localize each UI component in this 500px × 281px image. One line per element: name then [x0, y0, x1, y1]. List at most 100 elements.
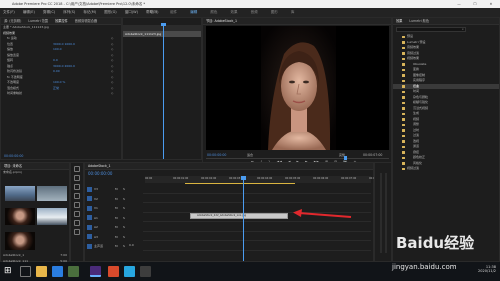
track-mute-icon[interactable]: M	[115, 233, 118, 241]
timeline-playhead[interactable]	[243, 176, 244, 261]
menu-marker[interactable]: 标记(M)	[83, 10, 96, 14]
hand-tool-icon[interactable]	[74, 220, 80, 226]
menu-edit[interactable]: 编辑(E)	[23, 10, 35, 14]
file-explorer-icon[interactable]	[36, 266, 47, 277]
track-solo-icon[interactable]: S	[123, 204, 125, 212]
windows-start-icon[interactable]: ⊞	[4, 266, 15, 277]
track-solo-icon[interactable]: S	[123, 242, 125, 250]
fx-clip-bar[interactable]: AdobeStock_111123.jpg	[123, 31, 201, 37]
effects-folder[interactable]: 视频过渡	[393, 166, 499, 172]
tab-lumetri-color[interactable]: Lumetri 颜色	[409, 19, 429, 23]
track-header[interactable]: A3 M S	[85, 233, 141, 241]
tab-source[interactable]: 源: (无剪辑)	[4, 19, 21, 23]
ripple-edit-tool-icon[interactable]	[74, 184, 80, 190]
master-volume[interactable]: 0.0	[129, 243, 134, 247]
workspace-effects[interactable]: 效果	[231, 10, 238, 14]
track-target-icon[interactable]	[87, 205, 92, 211]
fit-dropdown[interactable]: 适合	[247, 153, 253, 157]
type-tool-icon[interactable]	[74, 229, 80, 235]
track-solo-icon[interactable]: S	[123, 233, 125, 241]
video-frame	[206, 26, 389, 150]
workspace-learn[interactable]: 学习	[150, 10, 157, 14]
track-solo-icon[interactable]: S	[123, 214, 125, 222]
workspace-editing[interactable]: 编辑	[190, 10, 197, 14]
track-solo-icon[interactable]: S	[123, 195, 125, 203]
tab-audio-mixer[interactable]: 音频剪辑混合器	[75, 19, 97, 23]
timeline-timecode[interactable]: 00:00:00:00	[88, 171, 112, 176]
pen-tool-icon[interactable]	[74, 211, 80, 217]
razor-tool-icon[interactable]	[74, 193, 80, 199]
effects-search-input[interactable]: ⌕	[396, 27, 466, 32]
workspace-color[interactable]: 颜色	[210, 10, 217, 14]
menu-window[interactable]: 窗口(W)	[125, 10, 138, 14]
tab-effect-controls[interactable]: 效果控件	[55, 19, 68, 23]
premiere-pro-icon[interactable]	[90, 266, 101, 277]
workspace-assembly[interactable]: 组件	[170, 10, 177, 14]
track-mute-icon[interactable]: M	[115, 185, 118, 193]
fx-timecode[interactable]: 00:00:00:00	[4, 154, 23, 158]
app-icon-orange[interactable]	[108, 266, 119, 277]
keyframe-icon[interactable]: ◇	[111, 91, 113, 97]
track-solo-icon[interactable]: S	[123, 223, 125, 231]
track-header[interactable]: V1 M S	[85, 204, 141, 212]
property-row[interactable]: 时间重映射 ◇	[1, 91, 121, 97]
browser-icon[interactable]	[52, 266, 63, 277]
track-mute-icon[interactable]: M	[115, 242, 118, 250]
track-target-icon[interactable]	[87, 234, 92, 239]
track-solo-icon[interactable]: S	[123, 185, 125, 193]
tab-program[interactable]: 节目: AdobeStock_1	[206, 19, 237, 23]
selection-tool-icon[interactable]	[74, 166, 80, 172]
effects-panel: 效果 Lumetri 颜色 ⌕ 预设 Lumetri 预设 音频效果 音频过渡 视频效果…	[392, 17, 500, 262]
workspace-audio[interactable]: 音频	[251, 10, 258, 14]
menu-file[interactable]: 文件(F)	[3, 10, 15, 14]
timeline-ruler[interactable]: 00:00 00:00:01:00 00:00:02:00 00:00:03:00 00…	[145, 176, 384, 183]
thumb-landscape[interactable]	[37, 186, 67, 201]
track-target-icon[interactable]	[87, 243, 92, 249]
tab-effects[interactable]: 效果	[396, 19, 402, 23]
slip-tool-icon[interactable]	[74, 202, 80, 208]
work-area-bar[interactable]	[185, 183, 295, 184]
track-target-icon[interactable]	[87, 196, 92, 201]
thumb-sequence[interactable]	[5, 186, 35, 201]
track-header[interactable]: V2 M S	[85, 195, 141, 203]
fx-playhead[interactable]	[163, 25, 164, 159]
track-select-tool-icon[interactable]	[74, 175, 80, 181]
track-mute-icon[interactable]: M	[115, 204, 118, 212]
track-mute-icon[interactable]: M	[115, 223, 118, 231]
workspace-libraries[interactable]: 库	[291, 10, 295, 14]
minimize-button[interactable]: —	[452, 0, 466, 8]
program-scrubber[interactable]	[206, 158, 389, 159]
menu-sequence[interactable]: 序列(S)	[63, 10, 75, 14]
track-target-icon[interactable]	[87, 224, 92, 230]
track-target-icon[interactable]	[87, 186, 92, 192]
tab-sequence[interactable]: AdobeStock_1	[88, 164, 111, 168]
program-timecode[interactable]: 00:00:00:00	[207, 153, 226, 157]
search-taskbar-icon[interactable]	[20, 266, 31, 277]
close-button[interactable]: ✕	[484, 0, 498, 8]
app-icon-green[interactable]	[68, 266, 79, 277]
thumb-portrait-2[interactable]	[5, 232, 35, 250]
maximize-button[interactable]: ☐	[468, 0, 482, 8]
menu-graphics[interactable]: 图形(G)	[104, 10, 116, 14]
menu-clip[interactable]: 剪辑(C)	[43, 10, 55, 14]
title-bar: Adobe Premiere Pro CC 2018 - C:\用户\文档\Ad…	[0, 0, 500, 8]
thumb-portrait-1[interactable]	[5, 208, 35, 225]
tab-project[interactable]: 项目: 未命名	[4, 164, 22, 168]
thumb-snow[interactable]	[37, 208, 67, 225]
track-header[interactable]: V3 M S	[85, 185, 141, 193]
workspace-graphics[interactable]: 图形	[271, 10, 278, 14]
track-target-icon[interactable]	[87, 215, 92, 220]
track-header[interactable]: A1 M S	[85, 214, 141, 222]
playhead-handle[interactable]	[241, 176, 246, 180]
app-icon-gray[interactable]	[140, 266, 151, 277]
track-mute-icon[interactable]: M	[115, 195, 118, 203]
fx-playhead-handle[interactable]	[161, 23, 166, 26]
track-mute-icon[interactable]: M	[115, 214, 118, 222]
tab-lumetri-scopes[interactable]: Lumetri 范围	[28, 19, 48, 23]
clock[interactable]: 11:38 2020/11/2	[470, 265, 496, 273]
track-header[interactable]: A2 M S	[85, 223, 141, 231]
app-icon-blue[interactable]	[124, 266, 135, 277]
track-lane	[143, 240, 371, 241]
property-name: 时间重映射	[7, 91, 23, 95]
video-clip[interactable]: AdobeStock_222_AdobeStock_xxx.jpg	[190, 213, 288, 219]
